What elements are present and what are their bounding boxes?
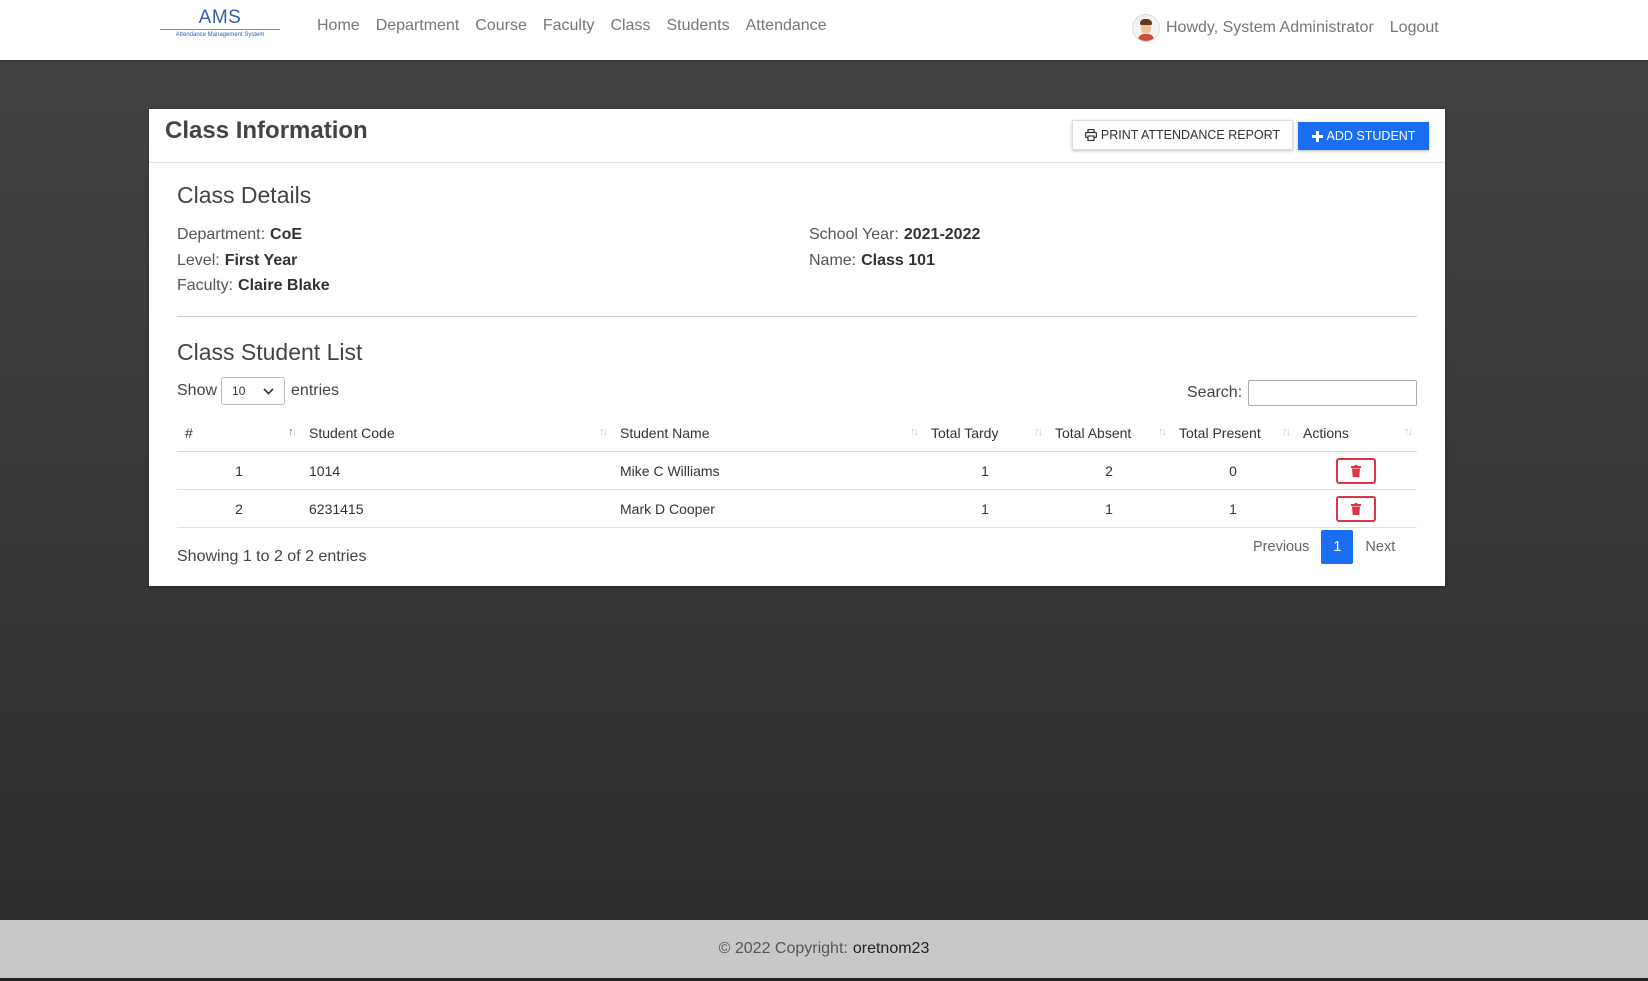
column-header-student-code[interactable]: Student Code ↑↓	[301, 415, 612, 452]
section-divider	[177, 316, 1417, 317]
brand-title: AMS	[198, 7, 242, 28]
table-row: 2 6231415 Mark D Cooper 1 1 1	[177, 489, 1417, 528]
cell-total-present: 1	[1171, 489, 1295, 528]
plus-icon	[1311, 130, 1323, 142]
column-header-total-present[interactable]: Total Present ↑↓	[1171, 415, 1295, 452]
level-value: First Year	[224, 252, 298, 269]
entries-select-value: 10	[232, 384, 246, 398]
student-table: # ↑↓ Student Code ↑↓ Student Name ↑↓ Total …	[177, 415, 1417, 528]
search-area: Search:	[1187, 380, 1418, 406]
class-information-card: Class Information PRINT ATTENDANCE REPOR…	[149, 109, 1445, 586]
navbar: AMS Attendance Management System Home De…	[0, 0, 1648, 60]
delete-student-button[interactable]	[1336, 457, 1376, 484]
table-header-row: # ↑↓ Student Code ↑↓ Student Name ↑↓ Total …	[177, 415, 1417, 452]
detail-level: Level: First Year	[177, 252, 297, 270]
cell-student-name: Mike C Williams	[612, 451, 923, 490]
cell-student-code: 6231415	[301, 489, 612, 528]
cell-actions	[1295, 451, 1417, 490]
detail-school-year: School Year: 2021-2022	[809, 226, 980, 244]
trash-icon	[1351, 502, 1361, 515]
nav-faculty[interactable]: Faculty	[543, 17, 595, 35]
brand-logo[interactable]: AMS Attendance Management System	[160, 8, 280, 42]
sort-icon: ↑↓	[1404, 426, 1413, 438]
cell-total-present: 0	[1171, 451, 1295, 490]
cell-number: 2	[177, 489, 301, 528]
footer-copyright: © 2022 Copyright:	[718, 940, 848, 957]
nav-attendance[interactable]: Attendance	[746, 17, 827, 35]
nav-department[interactable]: Department	[376, 17, 460, 35]
cell-total-tardy: 1	[923, 489, 1047, 528]
class-name-value: Class 101	[861, 252, 935, 269]
column-header-number[interactable]: # ↑↓	[177, 415, 301, 452]
add-student-button[interactable]: ADD STUDENT	[1298, 122, 1429, 150]
cell-student-code: 1014	[301, 451, 612, 490]
column-header-total-tardy[interactable]: Total Tardy ↑↓	[923, 415, 1047, 452]
footer: © 2022 Copyright: oretnom23	[0, 920, 1648, 978]
class-details-heading: Class Details	[177, 182, 312, 208]
sort-icon: ↑↓	[910, 426, 919, 438]
nav-class[interactable]: Class	[610, 17, 650, 35]
faculty-label: Faculty:	[177, 277, 234, 294]
print-button-label: PRINT ATTENDANCE REPORT	[1100, 128, 1281, 142]
chevron-down-icon	[263, 387, 274, 395]
add-button-label: ADD STUDENT	[1326, 129, 1416, 143]
pagination-previous[interactable]: Previous	[1253, 539, 1309, 555]
print-icon	[1084, 129, 1097, 141]
nav-home[interactable]: Home	[317, 17, 360, 35]
school-year-value: 2021-2022	[903, 226, 981, 243]
card-header: Class Information PRINT ATTENDANCE REPOR…	[149, 109, 1445, 163]
pagination-page-1[interactable]: 1	[1321, 530, 1354, 564]
department-value: CoE	[270, 226, 303, 243]
page-title: Class Information	[165, 117, 368, 144]
column-header-actions[interactable]: Actions ↑↓	[1295, 415, 1417, 452]
show-entries: Show 10 entries	[177, 377, 339, 405]
detail-department: Department: CoE	[177, 226, 302, 244]
cell-total-absent: 2	[1047, 451, 1171, 490]
cell-actions	[1295, 489, 1417, 528]
cell-number: 1	[177, 451, 301, 490]
class-name-label: Name:	[809, 252, 857, 269]
nav-links: Home Department Course Faculty Class Stu…	[317, 17, 843, 35]
sort-asc-icon: ↑↓	[288, 426, 297, 438]
column-header-student-name[interactable]: Student Name ↑↓	[612, 415, 923, 452]
department-label: Department:	[177, 226, 266, 243]
footer-author-link[interactable]: oretnom23	[853, 940, 930, 958]
detail-class-name: Name: Class 101	[809, 252, 935, 270]
search-label: Search:	[1187, 384, 1243, 401]
table-row: 1 1014 Mike C Williams 1 2 0	[177, 451, 1417, 490]
print-attendance-report-button[interactable]: PRINT ATTENDANCE REPORT	[1072, 120, 1293, 150]
trash-icon	[1351, 464, 1361, 477]
delete-student-button[interactable]	[1336, 495, 1376, 522]
cell-total-absent: 1	[1047, 489, 1171, 528]
school-year-label: School Year:	[809, 226, 899, 243]
cell-total-tardy: 1	[923, 451, 1047, 490]
entries-label: entries	[291, 382, 340, 399]
sort-icon: ↑↓	[599, 426, 608, 438]
sort-icon: ↑↓	[1282, 426, 1291, 438]
cell-student-name: Mark D Cooper	[612, 489, 923, 528]
detail-faculty: Faculty: Claire Blake	[177, 277, 330, 295]
faculty-value: Claire Blake	[238, 277, 330, 294]
user-area: Howdy, System Administrator Logout	[1132, 14, 1439, 42]
brand-divider	[160, 29, 280, 30]
table-info: Showing 1 to 2 of 2 entries	[177, 548, 367, 565]
class-student-list-heading: Class Student List	[177, 339, 363, 365]
sort-icon: ↑↓	[1158, 426, 1167, 438]
show-label: Show	[177, 382, 218, 399]
avatar[interactable]	[1132, 14, 1160, 42]
logout-link[interactable]: Logout	[1390, 19, 1439, 37]
level-label: Level:	[177, 252, 220, 269]
nav-course[interactable]: Course	[475, 17, 527, 35]
entries-select[interactable]: 10	[221, 377, 286, 405]
search-input[interactable]	[1248, 380, 1418, 406]
user-greeting[interactable]: Howdy, System Administrator	[1166, 19, 1374, 37]
pagination-next[interactable]: Next	[1365, 539, 1395, 555]
column-header-total-absent[interactable]: Total Absent ↑↓	[1047, 415, 1171, 452]
sort-icon: ↑↓	[1034, 426, 1043, 438]
brand-subtitle: Attendance Management System	[175, 32, 265, 38]
pagination: Previous 1 Next	[1253, 530, 1395, 564]
nav-students[interactable]: Students	[666, 17, 729, 35]
